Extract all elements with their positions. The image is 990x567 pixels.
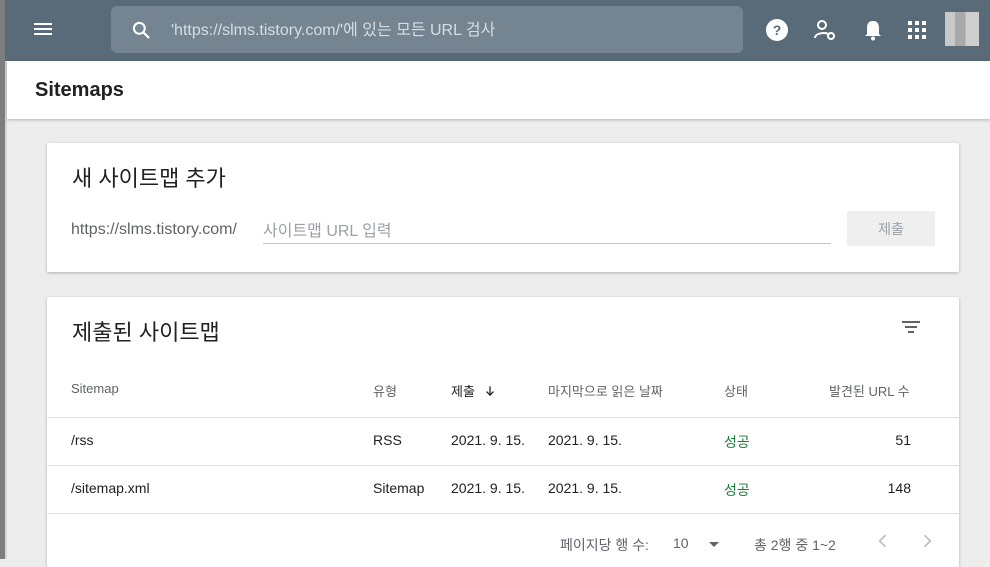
- notifications-icon[interactable]: [861, 18, 885, 42]
- column-header-status[interactable]: 상태: [724, 381, 748, 400]
- site-url-prefix: https://slms.tistory.com/: [71, 221, 237, 238]
- column-header-type[interactable]: 유형: [373, 381, 397, 400]
- sitemap-url-input[interactable]: [263, 221, 831, 244]
- search-icon: [132, 21, 150, 39]
- rows-per-page-value: 10: [673, 535, 689, 551]
- column-header-last-read[interactable]: 마지막으로 읽은 날짜: [548, 381, 663, 400]
- search-input[interactable]: [169, 17, 713, 45]
- arrow-down-icon: [485, 386, 494, 396]
- url-inspect-search[interactable]: [111, 6, 743, 53]
- page-title: Sitemaps: [35, 79, 124, 101]
- chevron-left-icon[interactable]: [873, 531, 893, 551]
- manage-users-icon[interactable]: [813, 18, 837, 42]
- sitemap-path-cell[interactable]: /sitemap.xml: [71, 480, 150, 496]
- column-header-submitted[interactable]: 제출: [451, 381, 497, 400]
- sitemap-path-cell[interactable]: /rss: [71, 432, 94, 448]
- add-sitemap-card: 새 사이트맵 추가 https://slms.tistory.com/ 제출: [47, 143, 959, 272]
- svg-text:?: ?: [773, 22, 782, 38]
- avatar[interactable]: [945, 12, 979, 46]
- submitted-date-cell: 2021. 9. 15.: [451, 432, 525, 448]
- help-icon[interactable]: ?: [765, 18, 789, 42]
- last-read-date-cell: 2021. 9. 15.: [548, 432, 622, 448]
- submitted-sitemaps-card: 제출된 사이트맵 Sitemap 유형 제출 마지막으로 읽은 날짜 상태 발견…: [47, 297, 959, 567]
- submitted-sitemaps-title: 제출된 사이트맵: [72, 320, 220, 345]
- menu-icon[interactable]: [27, 20, 59, 42]
- add-sitemap-title: 새 사이트맵 추가: [72, 166, 226, 191]
- status-cell: 성공: [724, 482, 750, 498]
- pagination-range: 총 2행 중 1~2: [754, 537, 836, 553]
- column-header-submitted-label: 제출: [451, 384, 475, 399]
- row-divider: [47, 513, 959, 514]
- type-cell: Sitemap: [373, 480, 425, 496]
- rows-per-page-select[interactable]: 10: [673, 535, 719, 551]
- window-edge-inner: [5, 61, 7, 559]
- chevron-down-icon: [708, 541, 719, 547]
- column-header-sitemap[interactable]: Sitemap: [71, 381, 119, 396]
- row-divider: [47, 417, 959, 418]
- submitted-date-cell: 2021. 9. 15.: [451, 480, 525, 496]
- discovered-urls-cell: 51: [895, 432, 911, 448]
- row-divider: [47, 465, 959, 466]
- type-cell: RSS: [373, 432, 402, 448]
- chevron-right-icon[interactable]: [917, 531, 937, 551]
- last-read-date-cell: 2021. 9. 15.: [548, 480, 622, 496]
- rows-per-page-label: 페이지당 행 수:: [560, 537, 649, 553]
- apps-icon[interactable]: [905, 18, 929, 42]
- submit-button[interactable]: 제출: [847, 211, 935, 246]
- discovered-urls-cell: 148: [887, 480, 911, 496]
- page-header: Sitemaps: [7, 61, 990, 119]
- status-cell: 성공: [724, 434, 750, 450]
- filter-icon[interactable]: [899, 315, 923, 339]
- column-header-discovered-urls[interactable]: 발견된 URL 수: [829, 381, 910, 400]
- top-bar: ?: [5, 0, 990, 61]
